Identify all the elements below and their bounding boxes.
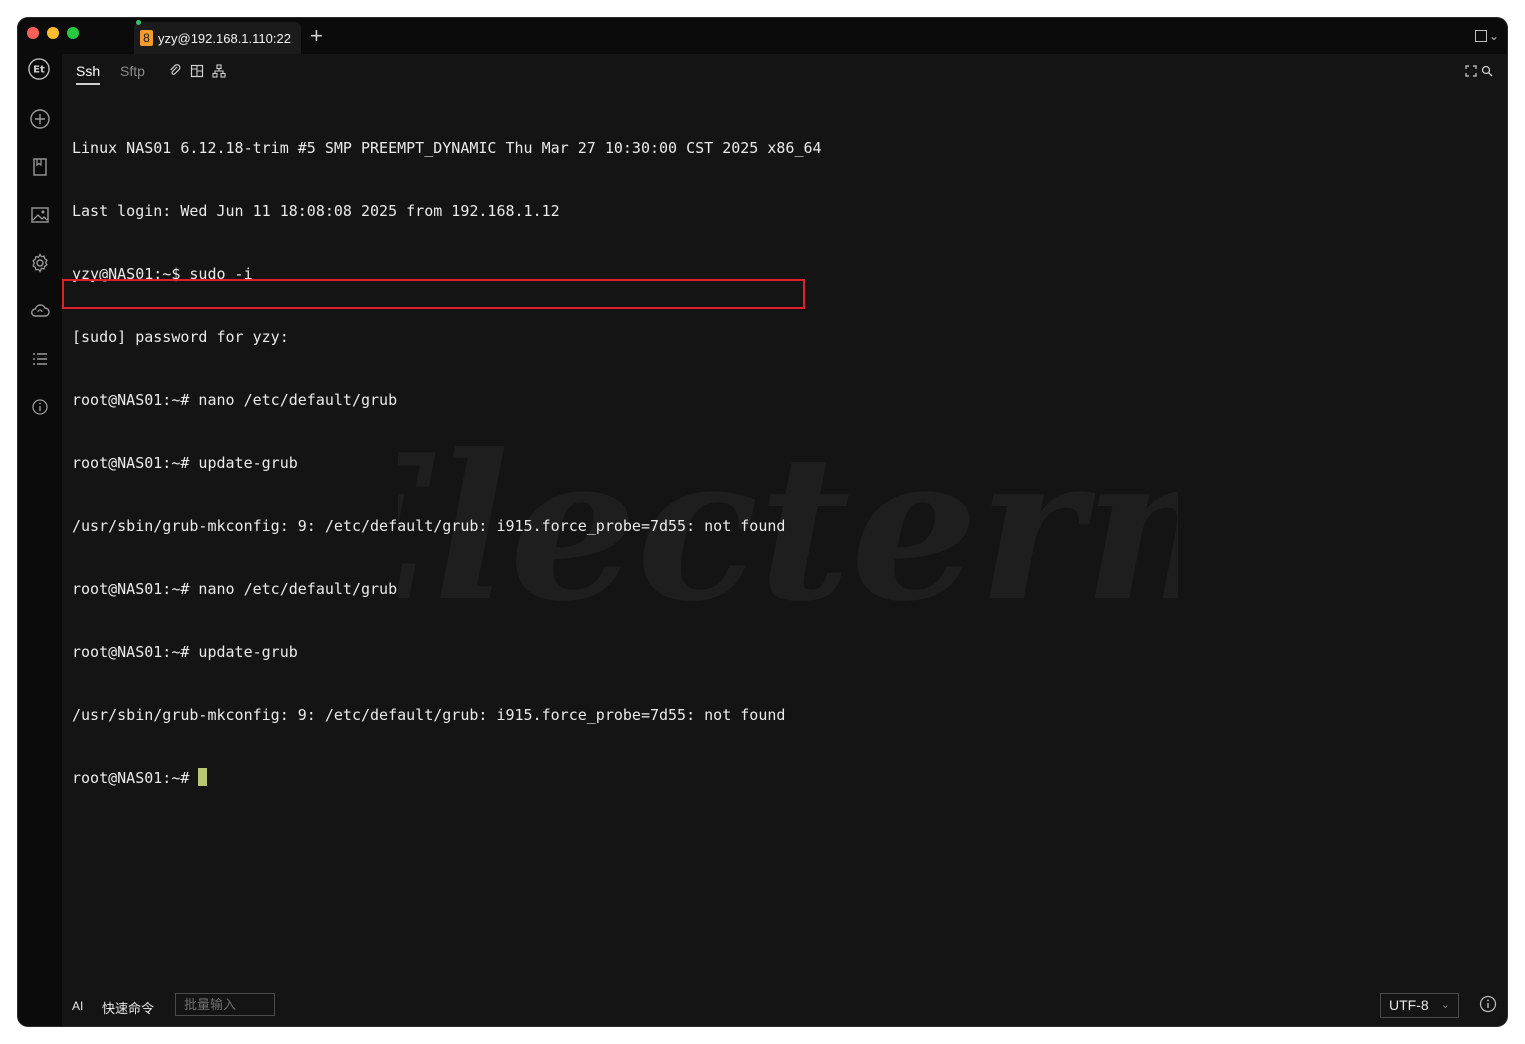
terminal-line: yzy@NAS01:~$ sudo -i <box>72 265 253 283</box>
terminal-line: root@NAS01:~# nano /etc/default/grub <box>72 391 398 409</box>
network-tree-icon[interactable] <box>212 64 226 78</box>
zoom-window-button[interactable] <box>67 27 79 39</box>
app-window: 8 yzy@192.168.1.110:22 + ⌄ Et Ssh Sftp l… <box>18 18 1507 1026</box>
paperclip-icon[interactable] <box>168 64 182 78</box>
close-window-button[interactable] <box>27 27 39 39</box>
terminal-line: root@NAS01:~# nano /etc/default/grub <box>72 580 398 598</box>
terminal-line-highlighted: /usr/sbin/grub-mkconfig: 9: /etc/default… <box>72 706 786 724</box>
cloud-sync-icon[interactable] <box>29 300 51 322</box>
quick-command-button[interactable]: 快速命令 <box>102 998 154 1017</box>
terminal-line: Last login: Wed Jun 11 18:08:08 2025 fro… <box>72 202 560 220</box>
image-icon[interactable] <box>29 204 51 226</box>
tab-number-badge: 8 <box>140 30 153 46</box>
layout-square-icon[interactable] <box>1474 30 1487 42</box>
footer-bar: AI 快速命令 UTF-8 ⌄ <box>62 986 1507 1026</box>
batch-input-field[interactable] <box>175 993 275 1016</box>
terminal-line: Linux NAS01 6.12.18-trim #5 SMP PREEMPT_… <box>72 139 822 157</box>
terminal-output[interactable]: Linux NAS01 6.12.18-trim #5 SMP PREEMPT_… <box>72 96 1487 976</box>
session-subtabs: Ssh Sftp <box>62 54 1507 88</box>
ai-button[interactable]: AI <box>72 999 83 1013</box>
info-icon[interactable] <box>29 396 51 418</box>
terminal-line: /usr/sbin/grub-mkconfig: 9: /etc/default… <box>72 517 786 535</box>
terminal-prompt: root@NAS01:~# <box>72 769 199 787</box>
fullscreen-icon[interactable] <box>1465 64 1477 77</box>
terminal-line: root@NAS01:~# update-grub <box>72 643 298 661</box>
terminal-cursor <box>198 768 208 786</box>
terminal-line: [sudo] password for yzy: <box>72 328 289 346</box>
chevron-down-icon[interactable]: ⌄ <box>1489 30 1499 42</box>
list-icon[interactable] <box>29 348 51 370</box>
add-circle-icon[interactable] <box>29 108 51 130</box>
encoding-value: UTF-8 <box>1389 997 1429 1013</box>
tab-sftp[interactable]: Sftp <box>120 63 145 79</box>
terminal-prompt-line[interactable]: root@NAS01:~# <box>72 768 1487 789</box>
chevron-down-icon: ⌄ <box>1440 999 1450 1011</box>
svg-text:Et: Et <box>33 65 45 76</box>
tab-title: yzy@192.168.1.110:22 <box>158 30 291 46</box>
connection-status-dot <box>136 20 141 25</box>
terminal-line: root@NAS01:~# update-grub <box>72 454 298 472</box>
electerm-logo-icon[interactable]: Et <box>28 58 52 82</box>
info-icon[interactable] <box>1479 995 1497 1013</box>
minimize-window-button[interactable] <box>47 27 59 39</box>
add-tab-button[interactable]: + <box>310 24 323 48</box>
session-tab[interactable]: 8 yzy@192.168.1.110:22 <box>134 20 301 54</box>
split-layout-icon[interactable] <box>190 64 204 78</box>
encoding-select[interactable]: UTF-8 ⌄ <box>1380 993 1459 1018</box>
title-bar: 8 yzy@192.168.1.110:22 + ⌄ <box>18 18 1507 54</box>
gear-icon[interactable] <box>29 252 51 274</box>
sidebar: Et <box>18 54 62 1026</box>
window-layout-control[interactable]: ⌄ <box>1474 30 1499 42</box>
search-icon[interactable] <box>1481 64 1493 77</box>
bookmark-icon[interactable] <box>29 156 51 178</box>
tab-ssh[interactable]: Ssh <box>76 63 101 85</box>
